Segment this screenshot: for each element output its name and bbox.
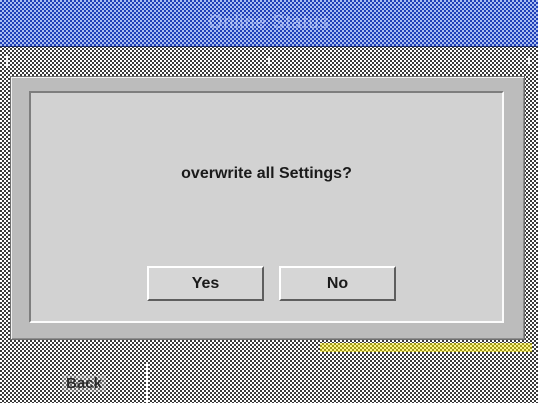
highlight-bar [320,343,532,352]
grid-tick [268,56,270,66]
no-button[interactable]: No [279,266,396,301]
dialog-message: overwrite all Settings? [181,165,352,182]
back-button-label: Back [62,374,106,392]
back-button[interactable]: Back [22,364,148,402]
device-screen: Online Status Back overwrite all Setting… [0,0,538,403]
confirm-dialog: overwrite all Settings? Yes No [10,76,525,340]
grid-tick [528,56,530,66]
screen-title: Online Status [208,12,330,32]
title-bar: Online Status [0,0,538,47]
yes-button[interactable]: Yes [147,266,264,301]
dialog-panel: overwrite all Settings? Yes No [29,91,504,323]
grid-tick [6,56,8,66]
